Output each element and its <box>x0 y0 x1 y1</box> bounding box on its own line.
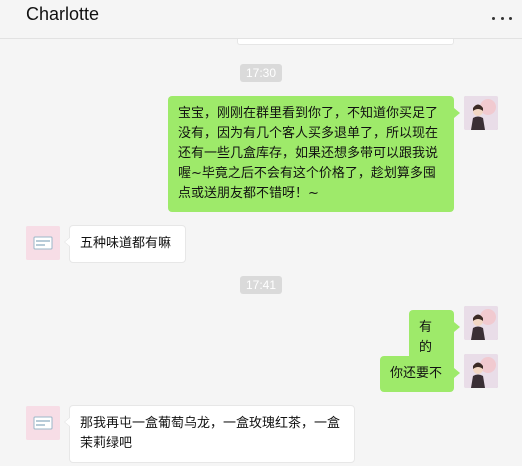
chat-scrollbar[interactable] <box>518 38 522 466</box>
self-avatar[interactable] <box>464 306 498 340</box>
message-bubble-received[interactable]: 五种味道都有嘛 <box>64 225 186 263</box>
message-bubble-sent[interactable]: 宝宝，刚刚在群里看到你了，不知道你买足了没有，因为有几个客人买多退单了，所以现在… <box>168 96 460 212</box>
message-bubble-received[interactable]: 那我再屯一盒葡萄乌龙，一盒玫瑰红茶，一盒茉莉绿吧 <box>64 405 355 463</box>
message-bubble-sent[interactable]: 你还要不 <box>380 356 460 392</box>
self-avatar[interactable] <box>464 96 498 130</box>
contact-avatar-image <box>26 226 60 260</box>
contact-avatar[interactable] <box>26 226 60 260</box>
self-avatar-image <box>464 354 498 388</box>
contact-avatar-image <box>26 406 60 440</box>
timestamp: 17:30 <box>240 64 283 82</box>
self-avatar[interactable] <box>464 354 498 388</box>
more-dot <box>500 16 504 20</box>
chat-header: Charlotte <box>0 0 522 39</box>
more-dot <box>509 16 512 20</box>
timestamp: 17:41 <box>240 276 283 294</box>
contact-avatar[interactable] <box>26 406 60 440</box>
more-dot <box>492 16 495 20</box>
self-avatar-image <box>464 306 498 340</box>
more-horizontal-icon[interactable] <box>492 15 512 21</box>
self-avatar-image <box>464 96 498 130</box>
previous-message-bubble-edge <box>237 38 454 45</box>
chat-title: Charlotte <box>26 4 100 24</box>
